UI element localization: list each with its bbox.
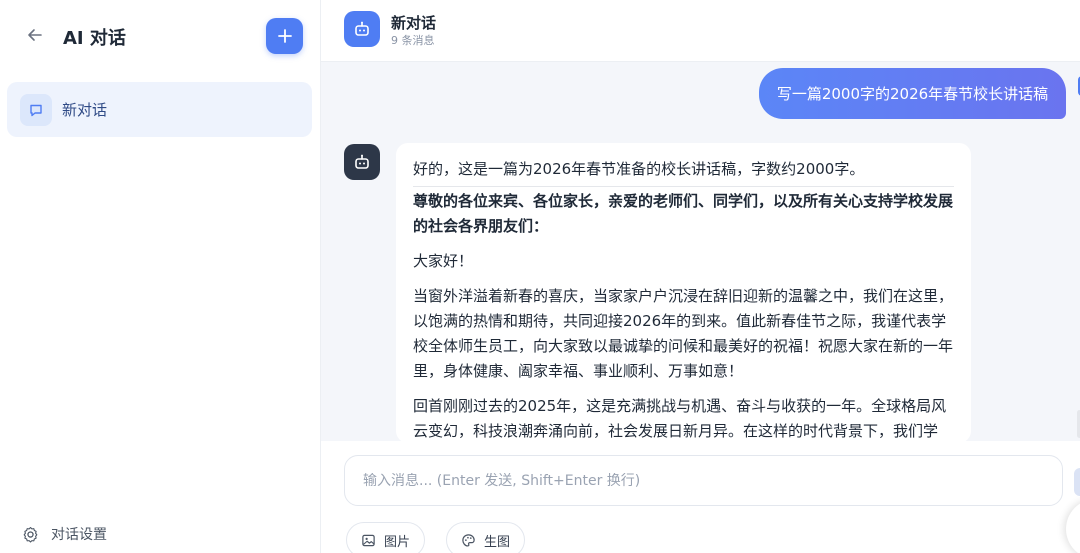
composer: 图片 生图	[321, 441, 1080, 553]
image-icon	[362, 534, 375, 546]
chat-title: 新对话	[391, 14, 437, 32]
image-label: 图片	[384, 534, 411, 550]
assistant-intro: 好的，这是一篇为2026年春节准备的校长讲话稿，字数约2000字。	[413, 157, 954, 187]
bot-avatar-header	[344, 11, 380, 47]
floating-action-button[interactable]	[1066, 499, 1080, 553]
robot-icon	[355, 21, 369, 36]
assistant-message: 好的，这是一篇为2026年春节准备的校长讲话稿，字数约2000字。 尊敬的各位来…	[396, 143, 971, 443]
speech-salutation: 尊敬的各位来宾、各位家长，亲爱的老师们、同学们，以及所有关心支持学校发展的社会各…	[413, 192, 954, 235]
speech-greeting: 大家好！	[413, 252, 474, 270]
sidebar-header: AI 对话	[0, 0, 320, 72]
image-upload-button[interactable]: 图片	[346, 522, 426, 553]
message-input-wrapper	[344, 455, 1063, 506]
conversation-label: 新对话	[62, 101, 108, 119]
gear-icon	[23, 526, 38, 543]
chat-header: 新对话 9 条消息	[321, 0, 1080, 62]
speech-paragraph: 当窗外洋溢着新春的喜庆，当家家户户沉浸在辞旧迎新的温馨之中，我们在这里，以饱满的…	[413, 287, 954, 380]
sidebar: AI 对话 新对话 对话设置	[0, 0, 321, 553]
new-conversation-button[interactable]	[266, 18, 303, 54]
generate-image-label: 生图	[484, 534, 511, 550]
conversation-item-new[interactable]: 新对话	[7, 82, 312, 137]
palette-icon	[462, 533, 475, 547]
send-button[interactable]	[1074, 468, 1080, 496]
bot-avatar	[344, 144, 380, 180]
conversation-settings-button[interactable]: 对话设置	[22, 524, 107, 544]
generate-image-button[interactable]: 生图	[446, 522, 526, 553]
plus-icon	[277, 29, 292, 43]
robot-icon	[355, 154, 369, 169]
chat-main: 新对话 9 条消息 写一篇2000字的2026年春节校长讲话稿 好的，这是一篇为…	[321, 0, 1080, 553]
back-button[interactable]	[22, 22, 48, 48]
settings-label: 对话设置	[51, 527, 107, 543]
sidebar-title: AI 对话	[63, 28, 126, 49]
arrow-left-icon	[28, 29, 42, 41]
message-input[interactable]	[363, 472, 1044, 489]
speech-paragraph: 回首刚刚过去的2025年，这是充满挑战与机遇、奋斗与收获的一年。全球格局风云变幻…	[413, 397, 947, 440]
chat-bubble-icon	[20, 93, 52, 126]
message-count: 9 条消息	[391, 34, 435, 47]
user-message: 写一篇2000字的2026年春节校长讲话稿	[759, 68, 1066, 119]
